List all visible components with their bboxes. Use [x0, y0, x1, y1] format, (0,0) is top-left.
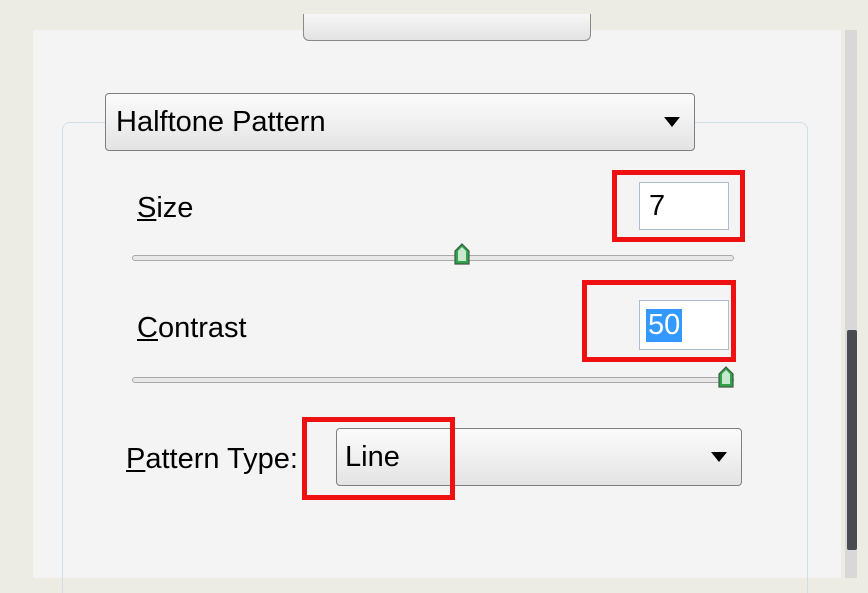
contrast-slider-thumb[interactable]: [718, 366, 734, 388]
pattern-type-highlight-box: [302, 417, 455, 500]
effect-dropdown-value: Halftone Pattern: [116, 105, 326, 138]
top-button[interactable]: [303, 14, 591, 41]
scrollbar-thumb[interactable]: [847, 330, 857, 550]
size-label-accelerator: S: [137, 192, 157, 224]
contrast-label-accelerator: C: [137, 312, 158, 344]
contrast-label-text: ontrast: [157, 312, 247, 344]
pattern-type-label-text: attern Type:: [145, 443, 298, 475]
size-slider-thumb[interactable]: [454, 243, 470, 265]
pattern-type-label-accelerator: P: [126, 443, 146, 475]
effect-dropdown[interactable]: Halftone Pattern: [105, 93, 695, 151]
contrast-label: Contrast: [137, 312, 247, 345]
contrast-slider[interactable]: [132, 377, 734, 383]
size-label: Size: [137, 192, 193, 225]
chevron-down-icon: [664, 117, 680, 127]
size-highlight-box: [612, 170, 745, 242]
size-slider[interactable]: [132, 255, 734, 261]
size-label-text: ize: [156, 192, 194, 224]
pattern-type-label: Pattern Type:: [126, 443, 298, 476]
contrast-highlight-box: [582, 280, 736, 362]
chevron-down-icon: [711, 452, 727, 462]
